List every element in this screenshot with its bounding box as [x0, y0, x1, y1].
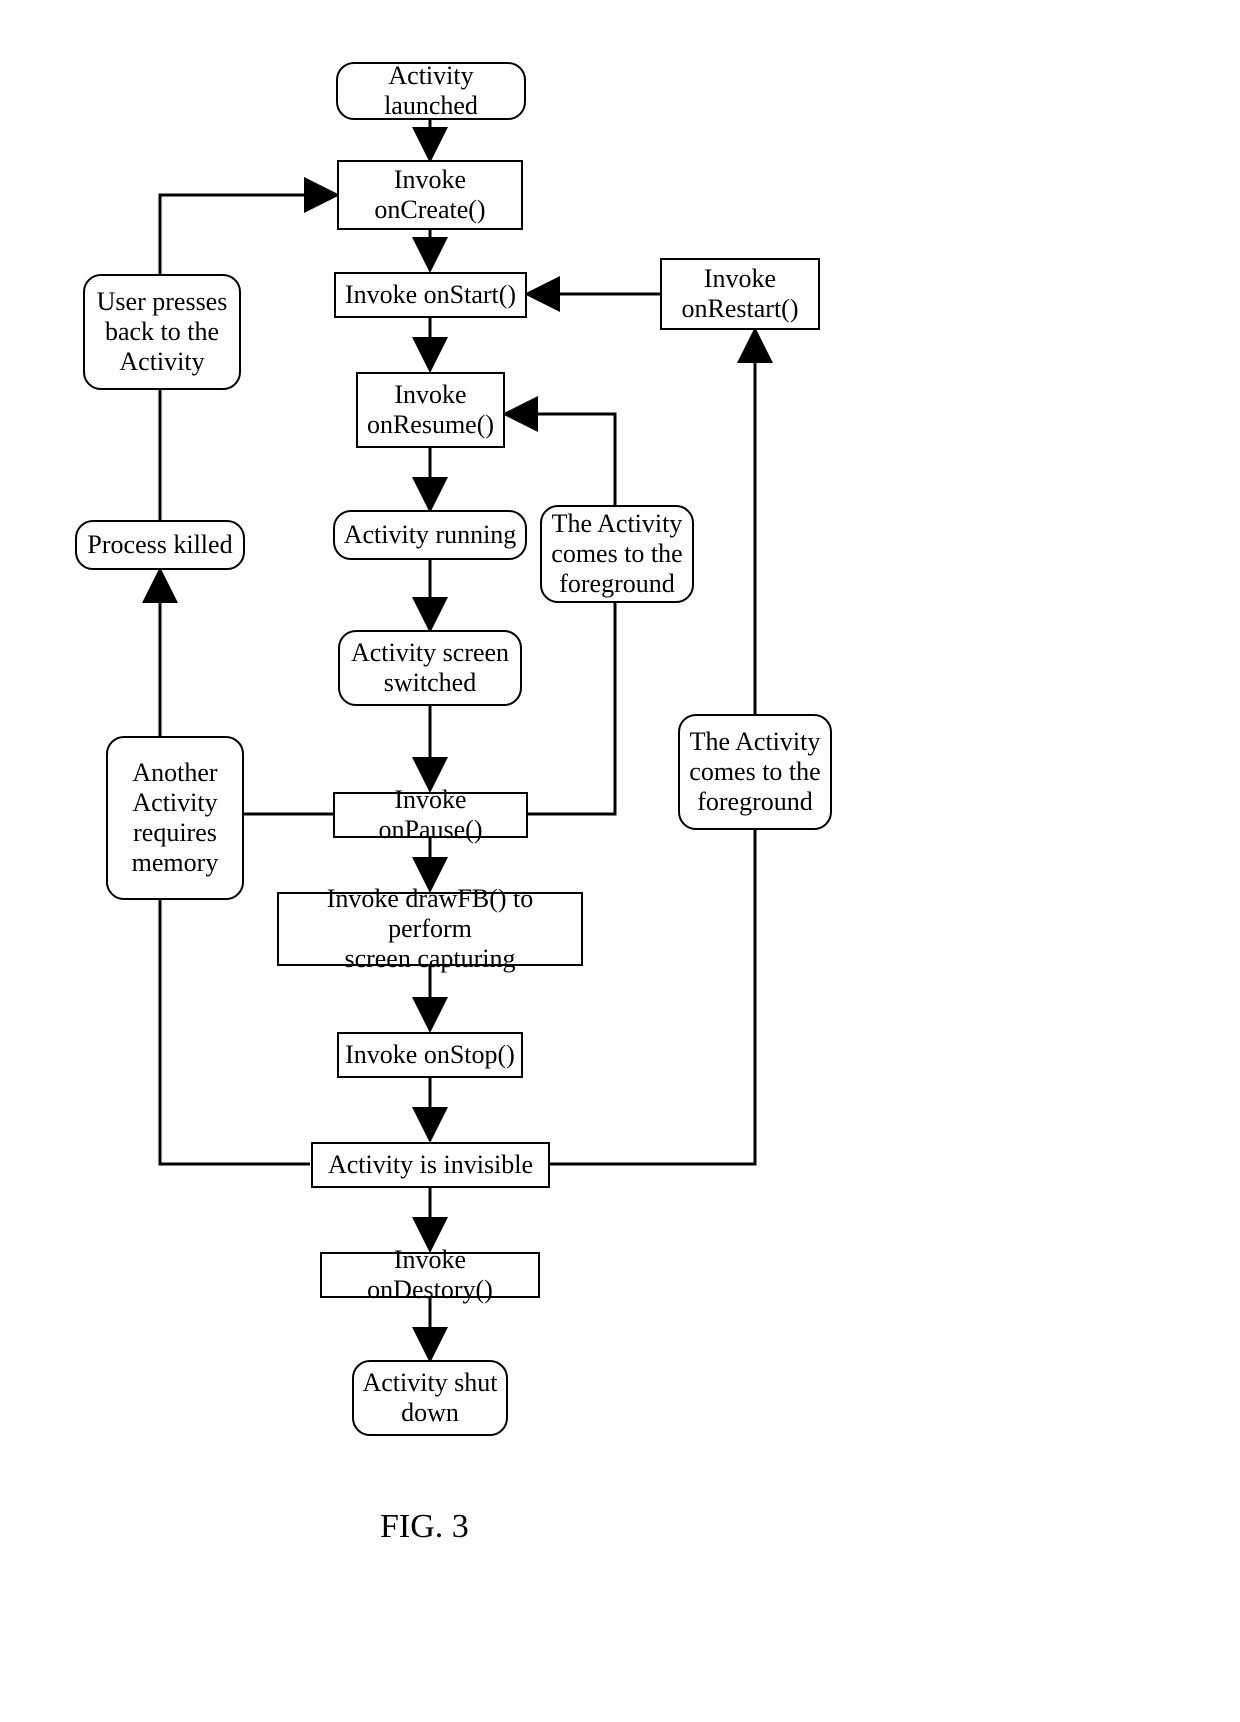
node-invoke-drawfb: Invoke drawFB() to performscreen capturi… — [277, 892, 583, 966]
flowchart-canvas: Activity launched InvokeonCreate() Invok… — [0, 0, 1240, 1722]
label: AnotherActivityrequiresmemory — [132, 758, 219, 878]
label: Invoke onDestory() — [328, 1245, 532, 1305]
node-invoke-onpause: Invoke onPause() — [333, 792, 528, 838]
label: Invoke drawFB() to performscreen capturi… — [285, 884, 575, 974]
figure-label: FIG. 3 — [380, 1508, 469, 1546]
label: Activity is invisible — [328, 1150, 533, 1180]
node-process-killed: Process killed — [75, 520, 245, 570]
node-user-presses-back: User pressesback to theActivity — [83, 274, 241, 390]
node-activity-invisible: Activity is invisible — [311, 1142, 550, 1188]
node-invoke-ondestroy: Invoke onDestory() — [320, 1252, 540, 1298]
label: Activity launched — [344, 61, 518, 121]
node-activity-screen-switched: Activity screenswitched — [338, 630, 522, 706]
node-invoke-oncreate: InvokeonCreate() — [337, 160, 523, 230]
node-invoke-onrestart: InvokeonRestart() — [660, 258, 820, 330]
node-foreground-2: The Activitycomes to theforeground — [678, 714, 832, 830]
label: Process killed — [87, 530, 232, 560]
label: User pressesback to theActivity — [97, 287, 228, 377]
label: Invoke onStop() — [345, 1040, 515, 1070]
label: InvokeonResume() — [367, 380, 494, 440]
node-activity-shutdown: Activity shutdown — [352, 1360, 508, 1436]
label: InvokeonRestart() — [682, 264, 799, 324]
node-activity-launched: Activity launched — [336, 62, 526, 120]
label: Activity running — [344, 520, 517, 550]
node-invoke-onstart: Invoke onStart() — [334, 272, 527, 318]
node-activity-running: Activity running — [333, 510, 527, 560]
label: The Activitycomes to theforeground — [551, 509, 682, 599]
label: InvokeonCreate() — [374, 165, 485, 225]
node-invoke-onstop: Invoke onStop() — [337, 1032, 523, 1078]
label: Activity shutdown — [362, 1368, 497, 1428]
label: Invoke onPause() — [341, 785, 520, 845]
node-another-activity-memory: AnotherActivityrequiresmemory — [106, 736, 244, 900]
label: Invoke onStart() — [345, 280, 516, 310]
node-foreground-1: The Activitycomes to theforeground — [540, 505, 694, 603]
label: The Activitycomes to theforeground — [689, 727, 820, 817]
label: Activity screenswitched — [351, 638, 509, 698]
node-invoke-onresume: InvokeonResume() — [356, 372, 505, 448]
